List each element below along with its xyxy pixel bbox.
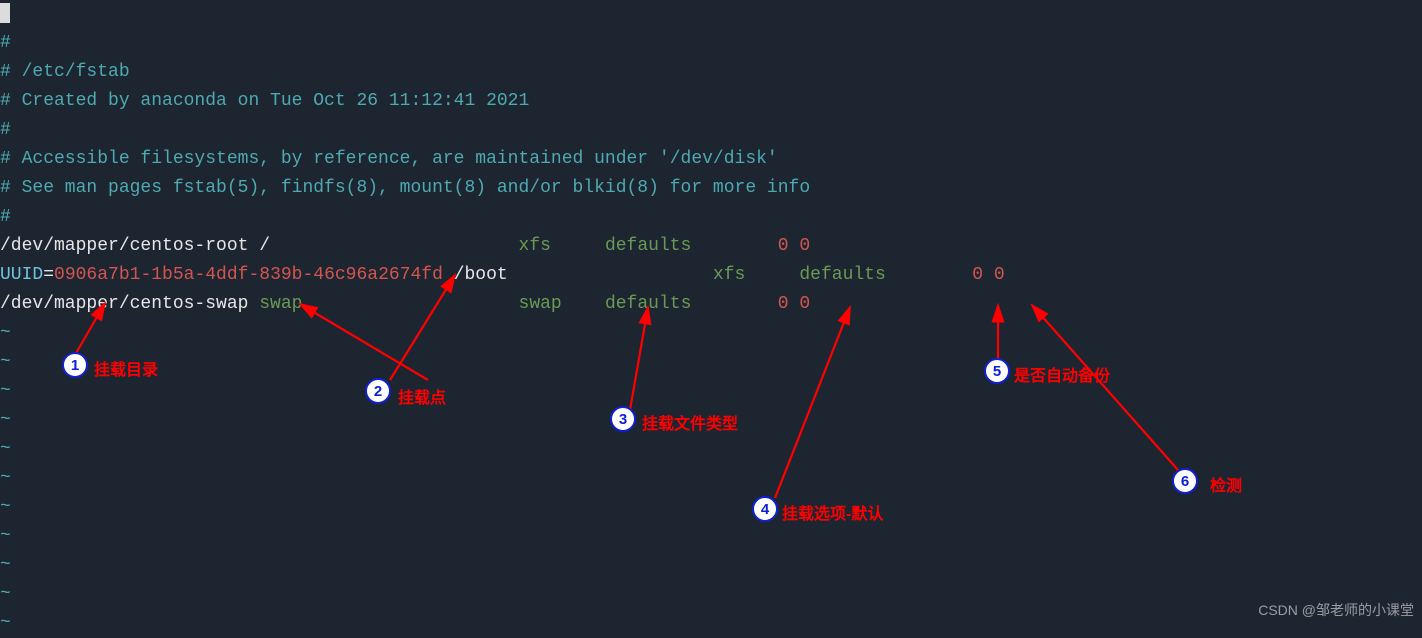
comment-line: # [0, 120, 11, 140]
fstab-dump: 0 [778, 236, 800, 256]
spacer [508, 265, 713, 285]
annotation-label-2: 挂载点 [398, 384, 446, 413]
vim-tilde: ~ [0, 439, 11, 459]
annotation-badge-4: 4 [752, 496, 778, 522]
fstab-device-uuid-val: 0906a7b1-1b5a-4ddf-839b-46c96a2674fd [54, 265, 443, 285]
vim-tilde: ~ [0, 352, 11, 372]
fstab-mountpoint: swap [248, 294, 302, 314]
annotation-badge-5: 5 [984, 358, 1010, 384]
comment-line: # [0, 207, 11, 227]
fstab-device-uuid-key: UUID [0, 265, 43, 285]
fstab-fstype: xfs [519, 236, 551, 256]
fstab-dump: 0 [778, 294, 800, 314]
vim-tilde: ~ [0, 613, 11, 633]
spacer [691, 236, 777, 256]
comment-line: # [0, 33, 11, 53]
comment-line: # Created by anaconda on Tue Oct 26 11:1… [0, 91, 529, 111]
annotation-badge-2: 2 [365, 378, 391, 404]
annotation-label-4: 挂载选项-默认 [782, 500, 883, 529]
annotation-label-3: 挂载文件类型 [642, 410, 738, 439]
spacer [270, 236, 518, 256]
spacer [745, 265, 799, 285]
fstab-pass: 0 [799, 236, 810, 256]
annotation-label-1: 挂载目录 [94, 356, 158, 385]
fstab-opts: defaults [799, 265, 885, 285]
fstab-opts: defaults [605, 236, 691, 256]
cursor [0, 3, 10, 23]
vim-tilde: ~ [0, 555, 11, 575]
spacer [302, 294, 518, 314]
terminal-area[interactable]: # # /etc/fstab # Created by anaconda on … [0, 0, 1422, 638]
comment-line: # See man pages fstab(5), findfs(8), mou… [0, 178, 810, 198]
vim-tilde: ~ [0, 468, 11, 488]
vim-tilde: ~ [0, 584, 11, 604]
fstab-fstype: swap [519, 294, 562, 314]
fstab-mountpoint: /boot [443, 265, 508, 285]
equals-sign: = [43, 265, 54, 285]
vim-tilde: ~ [0, 381, 11, 401]
annotation-badge-3: 3 [610, 406, 636, 432]
fstab-dump: 0 [972, 265, 994, 285]
vim-tilde: ~ [0, 410, 11, 430]
fstab-device: /dev/mapper/centos-swap [0, 294, 248, 314]
annotation-label-5: 是否自动备份 [1014, 362, 1110, 391]
spacer [551, 236, 605, 256]
annotation-badge-6: 6 [1172, 468, 1198, 494]
fstab-opts: defaults [605, 294, 691, 314]
spacer [886, 265, 972, 285]
spacer [562, 294, 605, 314]
annotation-label-6: 检测 [1210, 472, 1242, 501]
comment-line: # Accessible filesystems, by reference, … [0, 149, 778, 169]
fstab-pass: 0 [994, 265, 1005, 285]
annotation-badge-1: 1 [62, 352, 88, 378]
fstab-device: /dev/mapper/centos-root [0, 236, 248, 256]
fstab-mountpoint: / [248, 236, 270, 256]
vim-tilde: ~ [0, 526, 11, 546]
spacer [691, 294, 777, 314]
vim-tilde: ~ [0, 323, 11, 343]
fstab-fstype: xfs [713, 265, 745, 285]
fstab-pass: 0 [799, 294, 810, 314]
comment-line: # /etc/fstab [0, 62, 130, 82]
vim-tilde: ~ [0, 497, 11, 517]
watermark-text: CSDN @邹老师的小课堂 [1258, 596, 1414, 625]
